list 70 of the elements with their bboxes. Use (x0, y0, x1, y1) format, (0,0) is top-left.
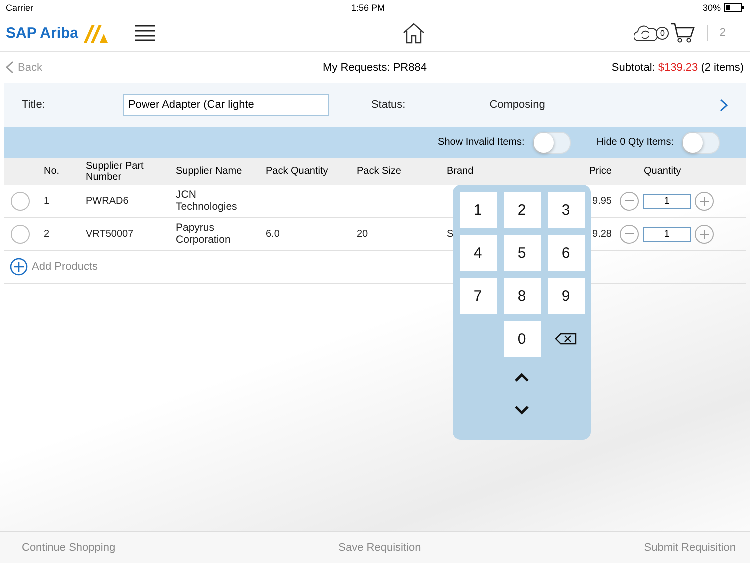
title-field[interactable]: Power Adapter (Car lighte (123, 94, 330, 116)
subtotal-amount: $139.23 (658, 62, 698, 74)
keypad-key[interactable]: 9 (548, 278, 584, 314)
column-header: Quantity (643, 166, 682, 177)
decrease-button[interactable] (620, 192, 639, 210)
toggle-switch[interactable] (682, 132, 720, 154)
decrease-button[interactable] (620, 224, 639, 244)
logo-mark-icon (82, 23, 110, 43)
cart-count: 2 (720, 27, 726, 39)
logo-text: SAP Ariba (6, 24, 79, 42)
column-header: Supplier Part Number (86, 160, 145, 182)
column-header: Price (588, 166, 613, 177)
table-cell-text: Papyrus Corporation (176, 222, 232, 246)
clock: 1:56 PM (351, 2, 386, 12)
minus-icon (625, 233, 634, 235)
quantity-field[interactable]: 1 (643, 226, 691, 242)
column-header: Supplier Name (176, 166, 244, 177)
chevron-down-icon[interactable] (514, 405, 530, 415)
chevron-up-icon[interactable] (514, 373, 530, 383)
keypad-key[interactable]: 2 (504, 192, 540, 228)
keypad-key[interactable]: 4 (460, 235, 496, 271)
table-cell-text: 6.0 (266, 228, 281, 240)
battery-icon (724, 3, 744, 12)
row-radio[interactable] (11, 224, 30, 244)
column-header: No. (44, 166, 61, 177)
sync-count-badge: 0 (656, 26, 669, 40)
table-cell-text: PWRAD6 (86, 196, 130, 206)
quantity-field[interactable]: 1 (643, 194, 691, 208)
battery-percent: 30% (702, 2, 721, 12)
page-title: My Requests: PR884 (322, 62, 428, 74)
subtotal-label: Subtotal: (612, 62, 656, 74)
keypad-key[interactable]: 3 (548, 192, 584, 228)
table-cell-text: JCN Technologies (176, 189, 238, 213)
status-value: Composing (490, 99, 546, 111)
keypad-key[interactable]: 5 (504, 235, 540, 271)
chevron-right-icon[interactable] (720, 98, 728, 112)
table-cell-text: 1 (44, 196, 51, 206)
keypad-key[interactable]: 0 (504, 321, 540, 357)
plus-icon (700, 230, 709, 238)
minus-icon (625, 200, 634, 202)
increase-button[interactable] (695, 192, 714, 210)
keypad-key[interactable]: 7 (460, 278, 496, 314)
plus-icon (700, 196, 709, 206)
carrier-label: Carrier (6, 2, 34, 12)
increase-button[interactable] (695, 224, 714, 244)
keypad-key[interactable]: 1 (460, 192, 496, 228)
item-count: (2 items) (701, 62, 744, 74)
status-label: Status: (371, 99, 406, 111)
table-cell-text: S (447, 228, 455, 240)
chevron-left-icon (6, 61, 14, 74)
keypad-key[interactable]: 8 (504, 278, 540, 314)
table-cell-text: 20 (357, 228, 370, 240)
row-radio[interactable] (11, 192, 30, 210)
column-header: Pack Size (357, 166, 402, 177)
table-cell-text: 2 (44, 228, 51, 240)
table-cell-text: VRT50007 (86, 228, 135, 240)
sync-icon[interactable] (634, 24, 660, 42)
cart-icon[interactable] (670, 23, 695, 43)
toggle-label: Show Invalid Items: (438, 137, 525, 148)
table-cell-text: 9.95 (592, 196, 613, 206)
plus-circle-icon (10, 258, 28, 276)
column-header: Brand (447, 166, 475, 177)
column-header: Pack Quantity (266, 166, 330, 177)
table-cell-text: 9.28 (592, 228, 613, 240)
toggle-switch[interactable] (532, 132, 571, 154)
keypad-key[interactable]: 6 (548, 235, 584, 271)
toggle-label: Hide 0 Qty Items: (596, 137, 674, 148)
title-label: Title: (22, 99, 46, 111)
menu-icon[interactable] (134, 25, 155, 41)
home-icon[interactable] (403, 22, 426, 44)
